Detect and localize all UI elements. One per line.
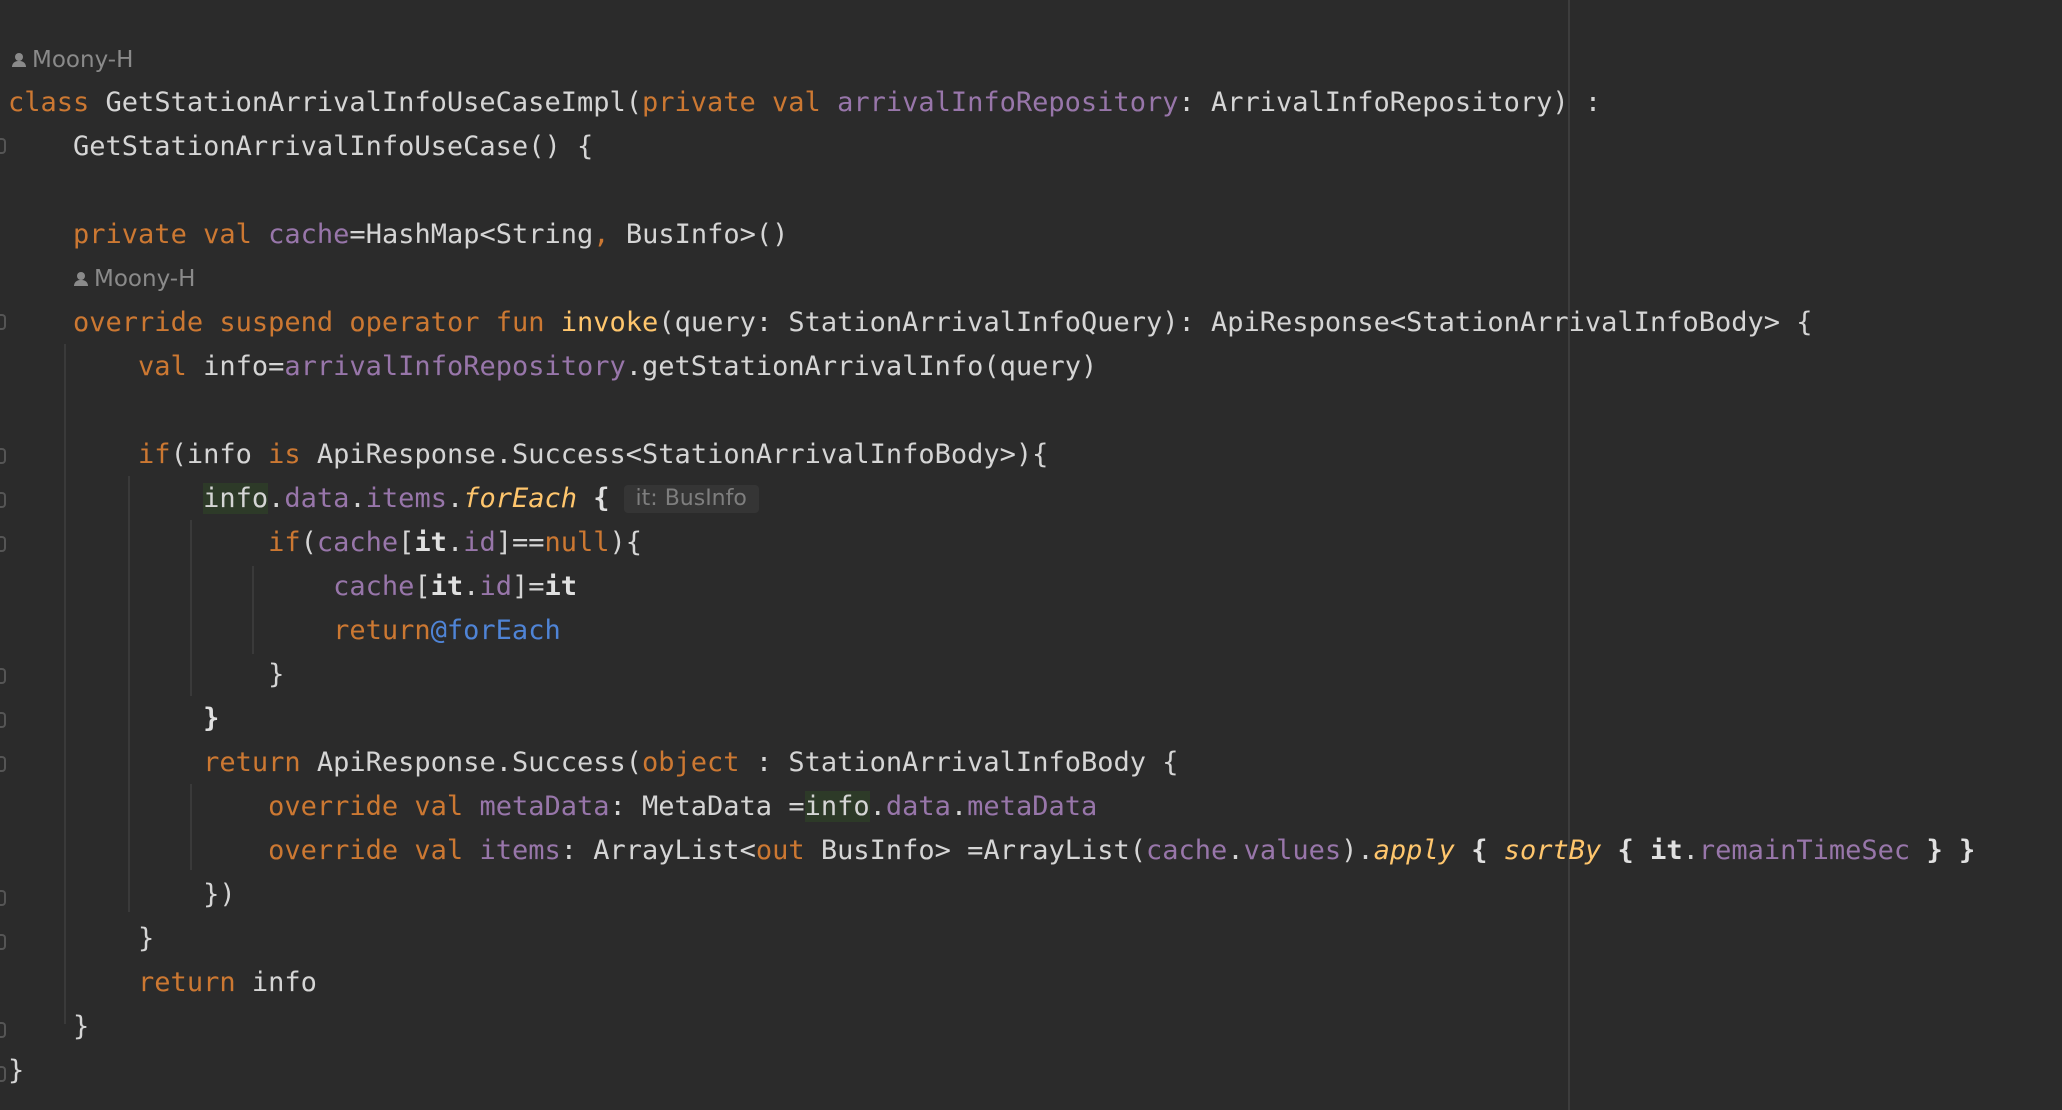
author-inlay-hint[interactable]: Moony-H [74,257,195,301]
right-margin-guide [1568,0,1570,1110]
code-line-val-info[interactable]: val info=arrivalInfoRepository.getStatio… [8,345,1097,389]
code-line-close-invoke[interactable]: } [8,1005,89,1049]
fold-marker[interactable] [0,712,6,728]
code-line-return-success[interactable]: return ApiResponse.Success(object : Stat… [8,741,1178,785]
person-icon [12,53,26,67]
code-line-override-metadata[interactable]: override val metaData: MetaData =info.da… [8,785,1097,829]
code-line-return-foreach[interactable]: return@forEach [8,609,561,653]
author-name: Moony-H [32,47,134,73]
fold-marker[interactable] [0,536,6,552]
code-line-return-info[interactable]: return info [8,961,317,1005]
code-line-cache-field[interactable]: private val cache=HashMap<String, BusInf… [8,213,788,257]
code-line-super-type[interactable]: GetStationArrivalInfoUseCase() { [8,125,593,169]
fold-marker[interactable] [0,890,6,906]
code-line-close-if[interactable]: } [8,653,284,697]
fold-marker[interactable] [0,1022,6,1038]
fold-marker[interactable] [0,448,6,464]
fold-marker[interactable] [0,138,6,154]
code-line-if-cache-null[interactable]: if(cache[it.id]==null){ [8,521,642,565]
fold-marker[interactable] [0,934,6,950]
code-line-close-class[interactable]: } [8,1049,24,1093]
code-line-foreach[interactable]: info.data.items.forEach {it: BusInfo [8,477,759,521]
code-line-invoke-signature[interactable]: override suspend operator fun invoke(que… [8,301,1812,345]
fold-marker[interactable] [0,1066,6,1082]
author-name: Moony-H [94,266,196,292]
fold-marker[interactable] [0,492,6,508]
fold-marker[interactable] [0,314,6,330]
person-icon [74,272,88,286]
fold-marker[interactable] [0,668,6,684]
code-line-close-if-success[interactable]: } [8,917,154,961]
code-line-if-success[interactable]: if(info is ApiResponse.Success<StationAr… [8,433,1048,477]
fold-marker[interactable] [0,756,6,772]
code-line-cache-assign[interactable]: cache[it.id]=it [8,565,577,609]
code-line-close-foreach[interactable]: } [8,697,219,741]
author-inlay-hint[interactable]: Moony-H [12,38,133,82]
parameter-type-hint: it: BusInfo [623,485,759,513]
code-editor[interactable]: Moony-H class GetStationArrivalInfoUseCa… [0,0,2062,1110]
code-line-close-object[interactable]: }) [8,873,236,917]
code-line-class-declaration[interactable]: class GetStationArrivalInfoUseCaseImpl(p… [8,81,1601,125]
code-line-override-items[interactable]: override val items: ArrayList<out BusInf… [8,829,1975,873]
